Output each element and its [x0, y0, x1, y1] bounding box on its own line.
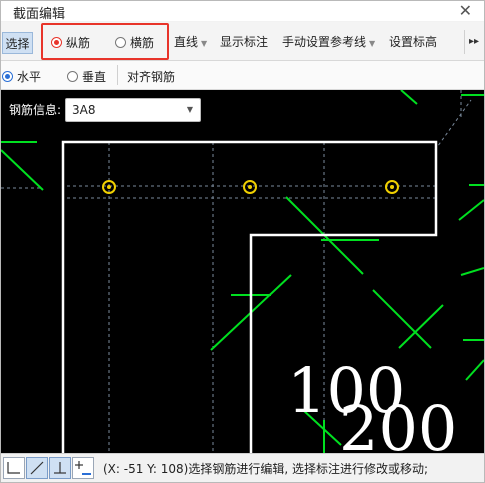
- chevron-down-icon: ▼: [186, 105, 193, 114]
- select-button[interactable]: 选择: [2, 32, 33, 54]
- window-title: 截面编辑: [13, 7, 66, 22]
- section-drawing: 100 200: [1, 90, 484, 453]
- toolbar: 选择 纵筋 横筋 直线 ▼ 显示标注 手动设置参考线 ▼ 设置标高 ▸▸: [1, 22, 484, 61]
- status-text: (X: -51 Y: 108)选择钢筋进行编辑, 选择标注进行修改或移动;: [103, 462, 429, 476]
- radio-dot-checked: [51, 37, 62, 48]
- snap-corner-glyph: [7, 462, 20, 474]
- dimension-label-200[interactable]: 200: [339, 392, 457, 453]
- snap-corner-icon[interactable]: [3, 457, 25, 479]
- line-dropdown-label: 直线: [174, 35, 199, 49]
- show-annotation-button[interactable]: 显示标注: [220, 33, 268, 50]
- snap-perpendicular-icon[interactable]: [49, 457, 71, 479]
- chevron-down-icon: ▼: [369, 39, 376, 48]
- more-icon[interactable]: ▸▸: [464, 30, 483, 54]
- manual-ref-line-label: 手动设置参考线: [282, 35, 367, 49]
- radio-horizontal[interactable]: 水平: [2, 68, 41, 85]
- radio-transverse[interactable]: 横筋: [115, 34, 154, 51]
- rebar-info-value: 3A8: [72, 103, 96, 117]
- radio-transverse-label: 横筋: [130, 36, 155, 50]
- align-rebar-button[interactable]: 对齐钢筋: [127, 68, 175, 85]
- title-bar: 截面编辑 ✕: [1, 1, 484, 22]
- snap-diagonal-glyph: [30, 461, 44, 475]
- radio-vertical-label: 垂直: [82, 70, 107, 84]
- chevron-down-icon: ▼: [201, 39, 208, 48]
- section-edit-window: 截面编辑 ✕ 选择 纵筋 横筋 直线 ▼ 显示标注 手动设置参考线 ▼ 设置标高 ▸…: [0, 0, 485, 483]
- drawing-canvas[interactable]: 100 200 钢筋信息: 3A8 ▼: [1, 90, 484, 453]
- radio-longitudinal-label: 纵筋: [66, 36, 91, 50]
- snap-add-icon[interactable]: [72, 457, 94, 479]
- radio-longitudinal[interactable]: 纵筋: [51, 34, 90, 51]
- rebar-info-label: 钢筋信息:: [9, 103, 62, 117]
- divider: [117, 65, 118, 85]
- alignment-bar: 水平 垂直 对齐钢筋: [1, 61, 484, 90]
- manual-ref-line-dropdown[interactable]: 手动设置参考线 ▼: [282, 33, 375, 50]
- radio-dot-checked: [2, 71, 13, 82]
- close-icon[interactable]: ✕: [459, 1, 472, 20]
- rebar-markers: [102, 180, 399, 194]
- rebar-info-dropdown[interactable]: 3A8 ▼: [65, 98, 201, 122]
- snap-perpendicular-glyph: [54, 462, 66, 474]
- radio-horizontal-label: 水平: [17, 70, 42, 84]
- set-elevation-button[interactable]: 设置标高: [389, 33, 437, 50]
- status-bar: (X: -51 Y: 108)选择钢筋进行编辑, 选择标注进行修改或移动;: [1, 453, 484, 482]
- line-dropdown[interactable]: 直线 ▼: [174, 33, 207, 50]
- snap-diagonal-icon[interactable]: [26, 457, 48, 479]
- radio-vertical[interactable]: 垂直: [67, 68, 106, 85]
- rebar-marker-icon[interactable]: [385, 180, 399, 194]
- rebar-marker-icon[interactable]: [243, 180, 257, 194]
- radio-dot-unchecked: [115, 37, 126, 48]
- radio-dot-unchecked: [67, 71, 78, 82]
- snap-add-glyph: [75, 461, 91, 475]
